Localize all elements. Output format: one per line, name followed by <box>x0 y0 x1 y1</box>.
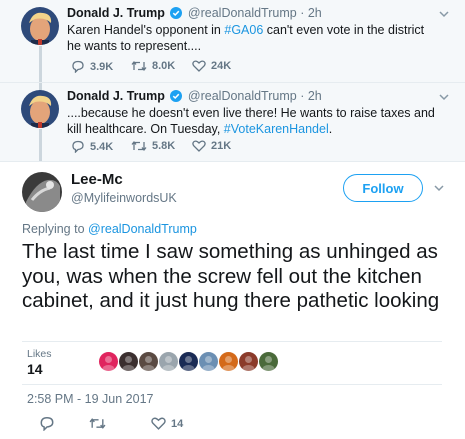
tweet2-time[interactable]: 2h <box>308 89 322 103</box>
reply-button[interactable] <box>39 416 55 431</box>
thread-line <box>39 129 42 161</box>
liker-avatar[interactable] <box>259 352 278 371</box>
avatar-lee-mc[interactable] <box>22 172 62 212</box>
verified-badge-icon <box>170 90 183 105</box>
tweet2-text: ....because he doesn't even live there! … <box>67 106 435 136</box>
like-button[interactable]: 24K <box>192 60 231 72</box>
reply-count: 3.9K <box>90 60 114 73</box>
heart-icon <box>192 140 206 152</box>
chevron-down-icon[interactable] <box>437 7 451 21</box>
divider <box>22 384 442 385</box>
retweet-button[interactable]: 5.8K <box>131 140 175 152</box>
tweet1-text: Karen Handel's opponent in #GA06 can't e… <box>67 23 425 53</box>
likes-count[interactable]: 14 <box>27 361 43 377</box>
chevron-down-icon[interactable] <box>432 181 446 200</box>
like-count: 21K <box>211 140 232 152</box>
divider <box>22 341 442 342</box>
tweet-body: The last time I saw something as unhinge… <box>22 240 440 312</box>
avatar-trump[interactable] <box>21 7 59 45</box>
reply-icon <box>40 417 54 431</box>
liker-avatar[interactable] <box>119 352 138 371</box>
replying-to: Replying to @realDonaldTrump <box>22 222 197 236</box>
heart-icon <box>192 60 206 72</box>
heart-icon <box>151 417 166 430</box>
liker-avatar[interactable] <box>159 352 178 371</box>
main-author-handle[interactable]: @MylifeinwordsUK <box>71 191 177 205</box>
liker-avatar[interactable] <box>179 352 198 371</box>
follow-button[interactable]: Follow <box>343 174 423 202</box>
tweet2-header: Donald J. Trump @realDonaldTrump · 2h <box>67 89 322 105</box>
reply-button[interactable]: 3.9K <box>71 60 113 73</box>
liker-avatar[interactable] <box>139 352 158 371</box>
reply-icon <box>72 60 84 73</box>
hashtag-link[interactable]: #GA06 <box>224 23 263 37</box>
tweet2-author-name[interactable]: Donald J. Trump <box>67 89 165 103</box>
retweet-count: 5.8K <box>152 140 176 152</box>
liker-avatar[interactable] <box>239 352 258 371</box>
liker-avatar[interactable] <box>99 352 118 371</box>
parent-tweet-1[interactable]: Donald J. Trump @realDonaldTrump · 2h Ka… <box>0 0 465 82</box>
liker-avatar[interactable] <box>199 352 218 371</box>
hashtag-link[interactable]: #VoteKarenHandel <box>224 122 329 136</box>
retweet-count: 8.0K <box>152 60 176 72</box>
retweet-icon <box>131 60 147 72</box>
tweet-divider <box>0 161 465 162</box>
likes-label: Likes <box>27 348 52 360</box>
parent-tweet-2[interactable]: Donald J. Trump @realDonaldTrump · 2h ..… <box>0 83 465 161</box>
like-button[interactable]: 21K <box>192 140 231 152</box>
reply-count: 5.4K <box>90 140 114 153</box>
avatar-trump[interactable] <box>21 90 59 128</box>
like-count: 24K <box>211 60 232 72</box>
reply-button[interactable]: 5.4K <box>71 140 113 153</box>
likers-avatars <box>99 352 278 371</box>
thread-line <box>39 46 42 82</box>
tweet-timestamp[interactable]: 2:58 PM - 19 Jun 2017 <box>27 392 153 406</box>
tweet2-handle[interactable]: @realDonaldTrump <box>188 89 297 103</box>
like-count: 14 <box>171 417 184 430</box>
chevron-down-icon[interactable] <box>437 90 451 104</box>
retweet-button[interactable] <box>89 417 106 430</box>
retweet-button[interactable]: 8.0K <box>131 60 175 72</box>
reply-icon <box>72 140 84 153</box>
tweet1-header: Donald J. Trump @realDonaldTrump · 2h <box>67 6 322 22</box>
verified-badge-icon <box>170 7 183 22</box>
tweet1-time[interactable]: 2h <box>308 6 322 20</box>
tweet1-author-name[interactable]: Donald J. Trump <box>67 6 165 20</box>
retweet-icon <box>131 140 147 152</box>
main-author-name[interactable]: Lee-Mc <box>71 171 123 188</box>
liker-avatar[interactable] <box>219 352 238 371</box>
tweet1-handle[interactable]: @realDonaldTrump <box>188 6 297 20</box>
like-button[interactable]: 14 <box>151 417 183 430</box>
retweet-icon <box>89 418 106 429</box>
replying-to-link[interactable]: @realDonaldTrump <box>88 222 197 236</box>
